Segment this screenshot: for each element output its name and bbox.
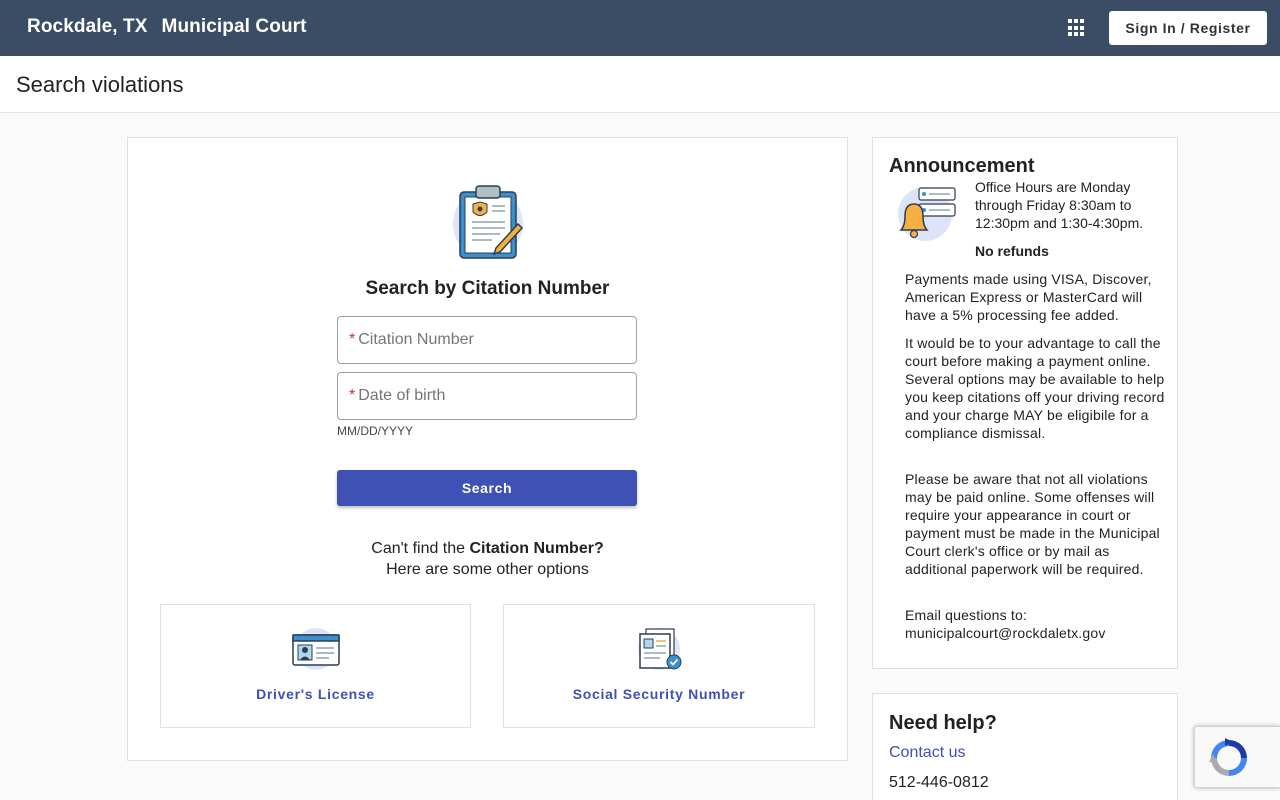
announcement-title: Announcement [889,155,1035,177]
no-refunds-text: No refunds [975,243,1049,259]
sign-in-register-button[interactable]: Sign In / Register [1109,11,1267,45]
apps-grid-icon[interactable] [1068,19,1086,37]
drivers-license-label: Driver's License [256,686,375,702]
site-brand[interactable]: Rockdale, TX Municipal Court [27,16,307,38]
social-security-label: Social Security Number [572,686,746,702]
required-marker: * [349,331,356,348]
page-title: Search violations [16,72,184,97]
brand-city: Rockdale, TX [27,16,148,37]
clipboard-badge-icon [453,185,524,259]
need-help-title: Need help? [889,712,997,734]
required-marker: * [349,387,356,404]
page-header: Search violations [0,56,1280,113]
date-format-hint: MM/DD/YYYY [337,424,414,438]
court-phone-number: 512-446-0812 [889,774,989,791]
call-court-advice-text: It would be to your advantage to call th… [905,335,1165,441]
brand-court: Municipal Court [161,16,307,37]
top-navigation-bar: Rockdale, TX Municipal Court Sign In / Re… [0,0,1280,56]
citation-number-input[interactable] [358,331,619,349]
cant-find-prefix: Can't find the [371,540,466,557]
email-questions-text: Email questions to: municipalcourt@rockd… [905,607,1106,641]
citation-number-field[interactable]: * [337,316,637,364]
other-options-text: Can't find the Citation Number? Here are… [128,538,847,580]
citation-search-card: Search by Citation Number * * MM/DD/YYYY… [127,137,848,761]
social-security-option[interactable]: Social Security Number [503,604,815,728]
office-hours-text: Office Hours are Monday through Friday 8… [975,179,1144,231]
processing-fee-text: Payments made using VISA, Discover, Amer… [905,271,1152,323]
search-button[interactable]: Search [337,470,637,506]
id-card-icon [291,628,340,670]
online-payment-notice-text: Please be aware that not all violations … [905,471,1160,577]
bell-notification-icon [898,187,956,241]
other-options-subtitle: Here are some other options [386,561,589,578]
document-check-icon [638,628,682,670]
date-of-birth-field[interactable]: * [337,372,637,420]
search-section-title: Search by Citation Number [365,278,610,299]
recaptcha-badge[interactable] [1194,726,1280,788]
recaptcha-icon [1209,738,1247,776]
drivers-license-option[interactable]: Driver's License [160,604,471,728]
contact-us-link[interactable]: Contact us [889,744,965,762]
date-of-birth-input[interactable] [358,387,619,405]
need-help-card: Need help? Contact us 512-446-0812 [872,693,1178,800]
cant-find-bold: Citation Number? [469,540,604,557]
announcement-card: Announcement Office Hours are Monday thr… [872,137,1178,669]
